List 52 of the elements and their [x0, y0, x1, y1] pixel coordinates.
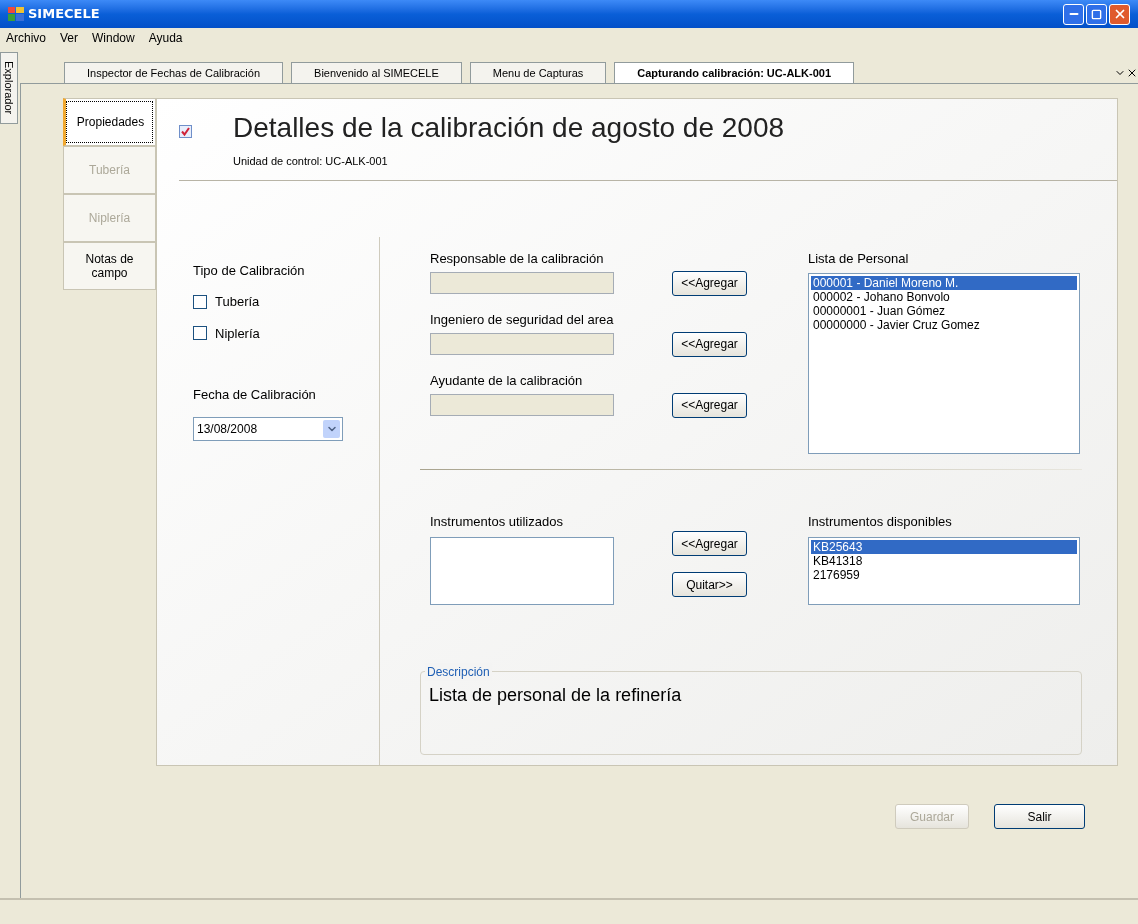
- list-item[interactable]: KB41318: [811, 553, 1077, 568]
- field-label: Instrumentos utilizados: [430, 513, 564, 531]
- field-label: Ingeniero de seguridad del area: [430, 310, 615, 326]
- checkbox-label: Tubería: [215, 293, 260, 311]
- document-tab[interactable]: Capturando calibración: UC-ALK-001: [614, 62, 855, 83]
- list-item[interactable]: 000002 - Johano Bonvolo: [811, 290, 1077, 304]
- exit-button[interactable]: Salir: [994, 804, 1085, 829]
- field-label: Responsable de la calibración: [430, 249, 605, 265]
- description-text: Lista de personal de la refinería: [429, 683, 683, 707]
- menu-item[interactable]: Window: [92, 29, 135, 47]
- field-label: Tipo de Calibración: [193, 261, 306, 280]
- maximize-icon: [1091, 8, 1102, 20]
- list-item[interactable]: 2176959: [811, 567, 1077, 582]
- date-picker[interactable]: 13/08/2008: [193, 416, 343, 441]
- list-box[interactable]: [430, 536, 614, 605]
- menu-item[interactable]: Ver: [60, 29, 79, 47]
- list-item[interactable]: 00000000 - Javier Cruz Gomez: [811, 318, 1077, 332]
- checkbox[interactable]: [193, 294, 207, 309]
- document-tab[interactable]: Menu de Capturas: [469, 62, 607, 83]
- window-title: SIMECELE: [28, 5, 100, 24]
- list-box[interactable]: 000001 - Daniel Moreno M. 000002 - Johano Bonvolo 00000001 - Juan Gómez 00000000 - Javier Cruz Gomez: [808, 273, 1080, 454]
- close-button[interactable]: [1109, 3, 1130, 25]
- page-title: Detalles de la calibración de agosto de 2008: [233, 111, 785, 145]
- app-icon: [8, 7, 24, 21]
- maximize-button[interactable]: [1086, 3, 1107, 25]
- menu-item[interactable]: Archivo: [6, 29, 46, 47]
- add-button[interactable]: <<Agregar: [672, 331, 747, 357]
- remove-button[interactable]: Quitar>>: [672, 572, 747, 597]
- field-label: Lista de Personal: [808, 249, 910, 268]
- field-label: Ayudante de la calibración: [430, 371, 584, 387]
- dropdown-button[interactable]: [323, 419, 340, 438]
- list-item[interactable]: 00000001 - Juan Gómez: [811, 304, 1077, 318]
- menu-item[interactable]: Ayuda: [148, 29, 183, 47]
- add-button[interactable]: <<Agregar: [672, 531, 747, 556]
- minimize-button[interactable]: [1063, 3, 1084, 25]
- list-item[interactable]: KB25643: [811, 539, 1077, 554]
- close-icon[interactable]: [1126, 67, 1138, 79]
- checkbox-icon: [179, 125, 192, 138]
- list-item[interactable]: 000001 - Daniel Moreno M.: [811, 276, 1077, 290]
- page-subtitle: Unidad de control: UC-ALK-001: [233, 154, 389, 169]
- explorer-tab[interactable]: Explorador: [0, 52, 18, 124]
- field-label: Instrumentos disponibles: [808, 513, 953, 531]
- checkbox[interactable]: [193, 326, 207, 341]
- list-box[interactable]: KB25643 KB41318 2176959: [808, 536, 1080, 605]
- field-label: Fecha de Calibración: [193, 386, 317, 404]
- add-button[interactable]: <<Agregar: [672, 270, 747, 296]
- checkbox-label: Niplería: [215, 324, 260, 343]
- add-button[interactable]: <<Agregar: [672, 392, 747, 418]
- side-tab[interactable]: Propiedades: [63, 98, 156, 146]
- document-tab[interactable]: Inspector de Fechas de Calibración: [64, 62, 284, 83]
- side-tab[interactable]: Notas de campo: [63, 242, 156, 290]
- document-tab[interactable]: Bienvenido al SIMECELE: [291, 62, 462, 83]
